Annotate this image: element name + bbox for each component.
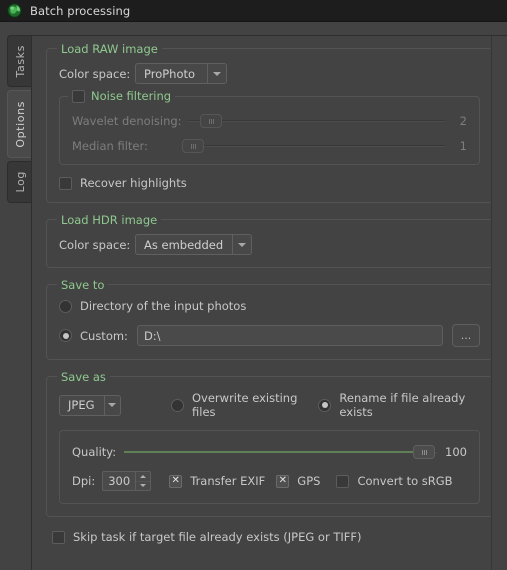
tab-log[interactable]: Log [7,161,33,203]
tab-options[interactable]: Options [7,90,33,158]
radio-directory-of-input-photos[interactable] [59,299,72,313]
gps-checkbox[interactable] [276,474,290,488]
tab-log-label: Log [14,171,27,193]
group-noise-filtering: Noise filtering Wavelet denoising: 2 Med… [59,89,480,165]
wavelet-denoising-row: Wavelet denoising: 2 [72,113,467,129]
group-noise-filtering-title: Noise filtering [91,89,172,103]
recover-highlights-checkbox[interactable] [59,176,72,190]
wavelet-denoising-slider-handle[interactable] [200,114,223,128]
tab-tasks[interactable]: Tasks [7,35,33,87]
group-noise-filtering-header: Noise filtering [68,89,176,103]
dpi-stepper-buttons[interactable] [135,472,151,491]
chevron-down-icon[interactable] [207,64,226,83]
gps-label: GPS [297,474,321,488]
dialog-body: Tasks Options Log Load RAW image Color s… [0,22,507,570]
hdr-color-space-value: As embedded [144,237,224,252]
dpi-label: Dpi: [72,474,96,488]
save-to-input-dir-row[interactable]: Directory of the input photos [59,299,480,313]
raw-color-space-combo[interactable]: ProPhoto [135,63,227,84]
stepper-down-icon[interactable] [136,482,150,491]
group-load-raw-image: Load RAW image Color space: ProPhoto Noi… [46,42,493,203]
quality-label: Quality: [72,445,117,459]
radio-custom-directory-label: Custom: [80,328,128,343]
group-save-as: Save as JPEG Overwrite existing files Re… [46,370,493,517]
dpi-stepper[interactable]: 300 [102,471,152,491]
output-format-combo[interactable]: JPEG [59,394,121,416]
wavelet-denoising-value: 2 [459,114,467,128]
radio-overwrite-existing-files-label: Overwrite existing files [192,391,298,419]
radio-rename-if-exists[interactable] [318,398,332,412]
raw-color-space-value: ProPhoto [144,66,196,81]
app-globe-icon [7,3,22,18]
tab-tasks-label: Tasks [14,44,27,78]
chevron-down-icon[interactable] [232,235,252,254]
median-filter-row: Median filter: 1 [72,138,467,154]
convert-to-srgb-checkbox[interactable] [336,474,350,488]
browse-button[interactable]: ... [452,324,480,347]
skip-task-row[interactable]: Skip task if target file already exists … [46,530,493,544]
quality-slider[interactable] [124,444,437,460]
chevron-down-icon[interactable] [103,395,120,415]
quality-value: 100 [445,445,467,459]
tab-options-label: Options [14,100,27,148]
options-panel: Load RAW image Color space: ProPhoto Noi… [31,35,507,570]
wavelet-denoising-label: Wavelet denoising: [72,114,182,128]
hdr-color-space-label: Color space: [59,237,131,252]
custom-path-input[interactable]: D:\ [136,325,443,346]
skip-task-label: Skip task if target file already exists … [73,530,362,544]
dpi-and-metadata-row: Dpi: 300 Transfer EXIF [72,471,467,491]
skip-task-checkbox[interactable] [52,530,65,544]
median-filter-value: 1 [459,139,467,153]
group-load-raw-image-title: Load RAW image [57,42,162,56]
raw-color-space-row: Color space: ProPhoto [59,63,480,84]
median-filter-label: Median filter: [72,139,148,153]
group-load-hdr-image: Load HDR image Color space: As embedded [46,213,493,268]
group-save-to: Save to Directory of the input photos Cu… [46,278,493,360]
radio-custom-directory[interactable] [59,329,72,342]
recover-highlights-row[interactable]: Recover highlights [59,176,480,190]
radio-rename-if-exists-label: Rename if file already exists [339,391,466,419]
save-as-format-row: JPEG Overwrite existing files Rename if … [59,391,480,419]
options-panel-content: Load RAW image Color space: ProPhoto Noi… [32,36,507,570]
median-filter-slider-handle[interactable] [182,139,205,153]
recover-highlights-label: Recover highlights [80,176,187,190]
median-filter-slider[interactable] [182,138,445,154]
radio-overwrite-existing-files[interactable] [171,398,184,412]
transfer-exif-label: Transfer EXIF [190,474,266,488]
radio-directory-of-input-photos-label: Directory of the input photos [80,299,247,313]
save-to-custom-row: Custom: D:\ ... [59,324,480,347]
convert-to-srgb-label: Convert to sRGB [357,474,453,488]
quality-row: Quality: 100 [72,444,467,460]
hdr-color-space-combo[interactable]: As embedded [135,234,253,255]
stepper-up-icon[interactable] [136,472,151,482]
group-save-as-title: Save as [57,370,110,384]
quality-slider-handle[interactable] [413,445,436,459]
wavelet-denoising-slider[interactable] [188,113,445,129]
raw-color-space-label: Color space: [59,66,131,81]
group-save-to-title: Save to [57,278,109,292]
noise-filtering-checkbox[interactable] [72,89,85,103]
group-jpeg-settings: Quality: 100 Dpi: 300 ✕ Transfer EXIF ✕ … [59,430,480,504]
dpi-value[interactable]: 300 [103,472,135,490]
output-format-value: JPEG [68,398,95,412]
transfer-exif-checkbox[interactable] [169,474,183,488]
vertical-tab-strip: Tasks Options Log [0,22,33,570]
hdr-color-space-row: Color space: As embedded [59,234,480,255]
panel-right-rail [491,36,507,570]
window-title: Batch processing [30,3,131,18]
window-titlebar: Batch processing [0,0,507,22]
group-load-hdr-image-title: Load HDR image [57,213,162,227]
